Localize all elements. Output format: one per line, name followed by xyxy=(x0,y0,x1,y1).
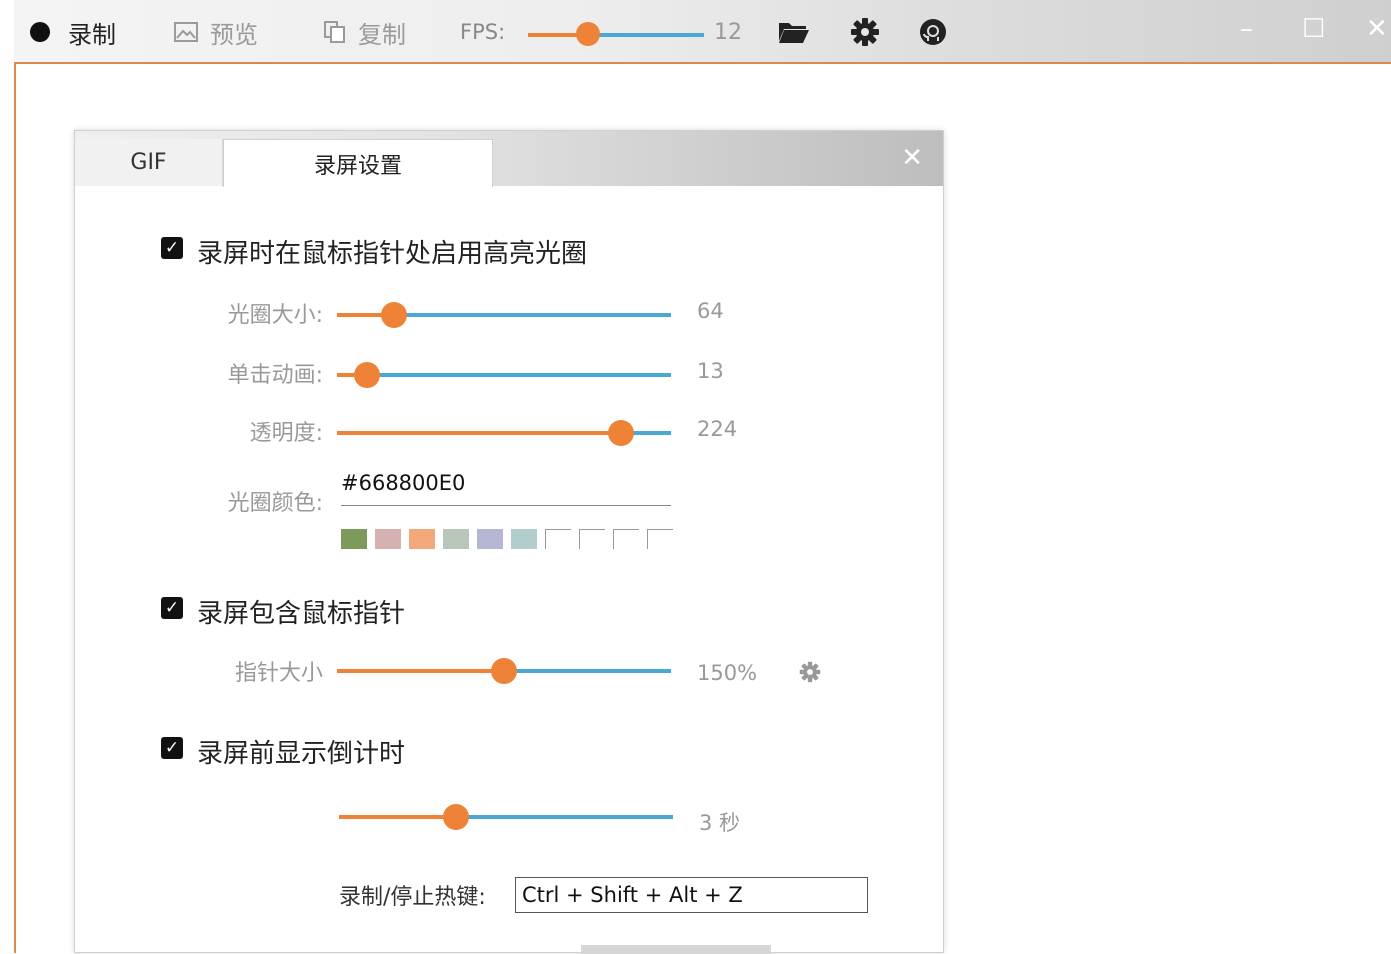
color-swatch[interactable] xyxy=(545,529,571,549)
github-button[interactable] xyxy=(918,0,948,64)
countdown-value: 3 秒 xyxy=(699,811,741,835)
slider-fill xyxy=(339,815,456,819)
slider-thumb[interactable] xyxy=(443,804,469,830)
hotkey-input[interactable]: Ctrl + Shift + Alt + Z xyxy=(515,877,868,913)
opacity-slider[interactable] xyxy=(337,420,671,446)
color-swatch[interactable] xyxy=(511,529,537,549)
record-icon xyxy=(30,22,50,42)
include-cursor-checkbox[interactable]: ✓ xyxy=(161,597,183,619)
slider-thumb[interactable] xyxy=(381,302,407,328)
click-animation-value: 13 xyxy=(697,359,724,383)
halo-size-slider[interactable] xyxy=(337,302,671,328)
gear-icon xyxy=(851,18,879,46)
slider-track xyxy=(504,669,671,673)
slider-thumb[interactable] xyxy=(491,658,517,684)
cursor-size-slider[interactable] xyxy=(337,658,671,684)
halo-size-value: 64 xyxy=(697,299,724,323)
color-swatch[interactable] xyxy=(613,529,639,549)
opacity-value: 224 xyxy=(697,417,738,441)
color-swatch[interactable] xyxy=(409,529,435,549)
countdown-title: 录屏前显示倒计时 xyxy=(197,739,406,769)
cursor-settings-gear-icon[interactable] xyxy=(799,661,821,683)
click-animation-label: 单击动画: xyxy=(227,363,323,388)
tab-gif[interactable]: GIF xyxy=(75,139,223,186)
color-swatch[interactable] xyxy=(579,529,605,549)
open-folder-button[interactable] xyxy=(778,0,810,64)
color-swatch[interactable] xyxy=(477,529,503,549)
preview-button[interactable]: 预览 xyxy=(174,0,258,64)
copy-button[interactable]: 复制 xyxy=(324,0,406,64)
fps-label: FPS: xyxy=(460,20,506,44)
dialog-close-icon[interactable]: ✕ xyxy=(901,143,923,173)
include-cursor-title: 录屏包含鼠标指针 xyxy=(197,599,406,629)
fps-slider-track xyxy=(588,33,704,37)
settings-dialog: GIF 录屏设置 ✕ ✓ 录屏时在鼠标指针处启用高亮光圈 光圈大小: 64 单击… xyxy=(74,130,944,954)
settings-button[interactable] xyxy=(850,0,880,64)
halo-color-label: 光圈颜色: xyxy=(227,491,323,516)
github-icon xyxy=(920,19,946,45)
color-swatch[interactable] xyxy=(375,529,401,549)
folder-icon xyxy=(779,23,809,43)
slider-track xyxy=(456,815,673,819)
dialog-tab-bar: GIF 录屏设置 ✕ xyxy=(75,131,943,187)
click-animation-slider[interactable] xyxy=(337,362,671,388)
copy-label: 复制 xyxy=(358,20,406,49)
fps-slider-thumb[interactable] xyxy=(576,22,600,46)
maximize-button[interactable]: ☐ xyxy=(1302,14,1325,44)
image-icon xyxy=(174,22,198,42)
color-swatch[interactable] xyxy=(443,529,469,549)
cursor-size-label: 指针大小 xyxy=(234,661,323,686)
preview-label: 预览 xyxy=(210,20,258,49)
highlight-checkbox[interactable]: ✓ xyxy=(161,237,183,259)
halo-color-field[interactable]: #668800E0 xyxy=(341,471,671,506)
toolbar: 录制 预览 复制 FPS: 12 – ☐ ✕ xyxy=(14,0,1391,64)
record-label: 录制 xyxy=(68,20,116,49)
slider-track xyxy=(367,373,671,377)
slider-thumb[interactable] xyxy=(608,420,634,446)
slider-thumb[interactable] xyxy=(354,362,380,388)
hotkey-label: 录制/停止热键: xyxy=(339,885,486,910)
countdown-slider[interactable] xyxy=(339,804,673,830)
fps-slider[interactable] xyxy=(528,33,704,37)
halo-size-label: 光圈大小: xyxy=(227,303,323,328)
color-swatch[interactable] xyxy=(647,529,673,549)
opacity-label: 透明度: xyxy=(249,421,323,446)
color-swatch[interactable] xyxy=(341,529,367,549)
slider-fill xyxy=(337,431,621,435)
fps-value: 12 xyxy=(714,19,742,45)
tab-record-settings[interactable]: 录屏设置 xyxy=(223,139,493,187)
copy-icon xyxy=(324,21,345,43)
slider-track xyxy=(394,313,671,317)
highlight-title: 录屏时在鼠标指针处启用高亮光圈 xyxy=(197,239,588,269)
slider-fill xyxy=(337,669,504,673)
countdown-checkbox[interactable]: ✓ xyxy=(161,737,183,759)
cursor-size-value: 150% xyxy=(697,661,758,685)
minimize-button[interactable]: – xyxy=(1240,14,1253,44)
record-button[interactable]: 录制 xyxy=(30,0,116,64)
close-button[interactable]: ✕ xyxy=(1366,14,1388,44)
